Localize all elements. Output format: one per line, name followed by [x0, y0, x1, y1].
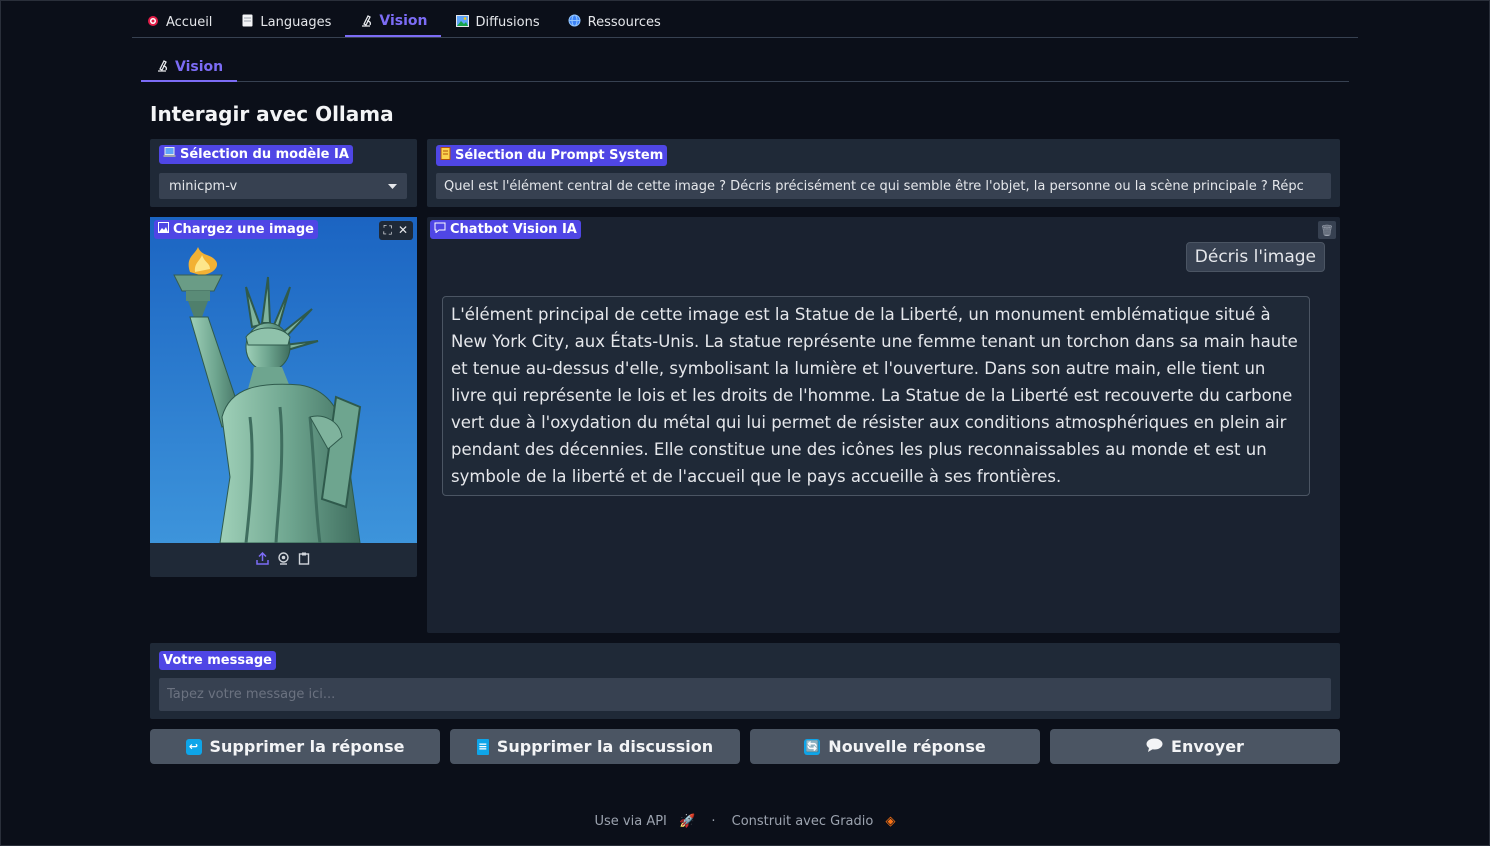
picture-icon: [455, 14, 469, 30]
footer: Use via API 🚀 · Construit avec Gradio ◈: [0, 814, 1490, 829]
return-arrow-icon: ↩: [185, 738, 202, 755]
model-select-label: Sélection du modèle IA: [159, 145, 353, 164]
laptop-icon: [163, 147, 176, 162]
tab-ressources[interactable]: Ressources: [554, 7, 675, 37]
new-response-label: Nouvelle réponse: [828, 737, 986, 756]
new-response-button[interactable]: 🔄 Nouvelle réponse: [750, 729, 1040, 764]
sub-tabs: Vision: [141, 54, 1349, 82]
microscope-icon: [359, 13, 373, 30]
delete-discussion-button[interactable]: ≡ Supprimer la discussion: [450, 729, 740, 764]
image-source-bar: [150, 543, 417, 577]
message-block: Votre message: [150, 643, 1340, 719]
document-icon: [240, 14, 254, 30]
page-title: Interagir avec Ollama: [150, 102, 394, 126]
user-message: Décris l'image: [1185, 242, 1325, 272]
send-button[interactable]: Envoyer: [1050, 729, 1340, 764]
delete-response-label: Supprimer la réponse: [209, 737, 405, 756]
subtab-label: Vision: [175, 59, 224, 75]
image-upload-block: Chargez une image ⛶ ✕: [150, 217, 417, 577]
fullscreen-icon[interactable]: ⛶: [384, 223, 392, 238]
built-with-gradio-link[interactable]: Construit avec Gradio ◈: [728, 814, 900, 829]
clipboard-icon[interactable]: [298, 552, 311, 569]
chat-bubble-icon: [434, 222, 446, 237]
tab-label: Vision: [379, 13, 428, 29]
scroll-icon: [440, 147, 451, 164]
statue-of-liberty-image[interactable]: [150, 217, 417, 543]
tab-label: Diffusions: [475, 14, 540, 30]
target-icon: [146, 15, 160, 30]
tab-label: Accueil: [166, 14, 213, 30]
footer-separator: ·: [711, 814, 716, 829]
delete-response-button[interactable]: ↩ Supprimer la réponse: [150, 729, 440, 764]
close-icon[interactable]: ✕: [398, 223, 408, 238]
rocket-icon: 🚀: [679, 814, 696, 829]
microscope-icon: [155, 58, 169, 76]
tab-diffusions[interactable]: Diffusions: [441, 7, 553, 37]
model-dropdown-value: minicpm-v: [169, 178, 238, 194]
prompt-dropdown[interactable]: Quel est l'élément central de cette imag…: [436, 173, 1331, 199]
chevron-down-icon: [388, 179, 397, 194]
model-dropdown[interactable]: minicpm-v: [159, 173, 407, 199]
image-icon: [158, 222, 169, 237]
refresh-icon: 🔄: [804, 738, 821, 755]
globe-icon: [568, 14, 582, 30]
list-icon: ≡: [476, 738, 489, 755]
tab-accueil[interactable]: Accueil: [132, 7, 226, 37]
tab-label: Languages: [260, 14, 332, 30]
subtab-vision[interactable]: Vision: [141, 54, 238, 82]
trash-icon[interactable]: 🗑: [1318, 221, 1336, 239]
send-label: Envoyer: [1171, 737, 1244, 756]
message-input[interactable]: [159, 678, 1331, 711]
chatbot-block: Chatbot Vision IA 🗑 Décris l'image L'élé…: [427, 217, 1340, 633]
prompt-select-block: Sélection du Prompt System Quel est l'él…: [427, 139, 1340, 207]
tab-label: Ressources: [587, 14, 661, 30]
upload-icon[interactable]: [256, 551, 269, 569]
gradio-logo-icon: ◈: [885, 814, 896, 829]
prompt-select-label: Sélection du Prompt System: [436, 145, 668, 166]
main-tabs: Accueil Languages Vision Diffusions Ress…: [132, 8, 1358, 38]
model-select-block: Sélection du modèle IA minicpm-v: [150, 139, 417, 207]
tab-vision[interactable]: Vision: [345, 7, 442, 37]
tab-languages[interactable]: Languages: [226, 7, 345, 37]
use-via-api-link[interactable]: Use via API 🚀: [591, 814, 700, 829]
message-label: Votre message: [159, 651, 276, 670]
delete-discussion-label: Supprimer la discussion: [496, 737, 714, 756]
webcam-icon[interactable]: [277, 551, 290, 569]
chatbot-label: Chatbot Vision IA: [430, 220, 581, 239]
image-tools: ⛶ ✕: [378, 221, 413, 240]
image-upload-label: Chargez une image: [154, 220, 318, 239]
speech-bubble-icon: [1146, 737, 1163, 756]
bot-message: L'élément principal de cette image est l…: [442, 296, 1310, 496]
